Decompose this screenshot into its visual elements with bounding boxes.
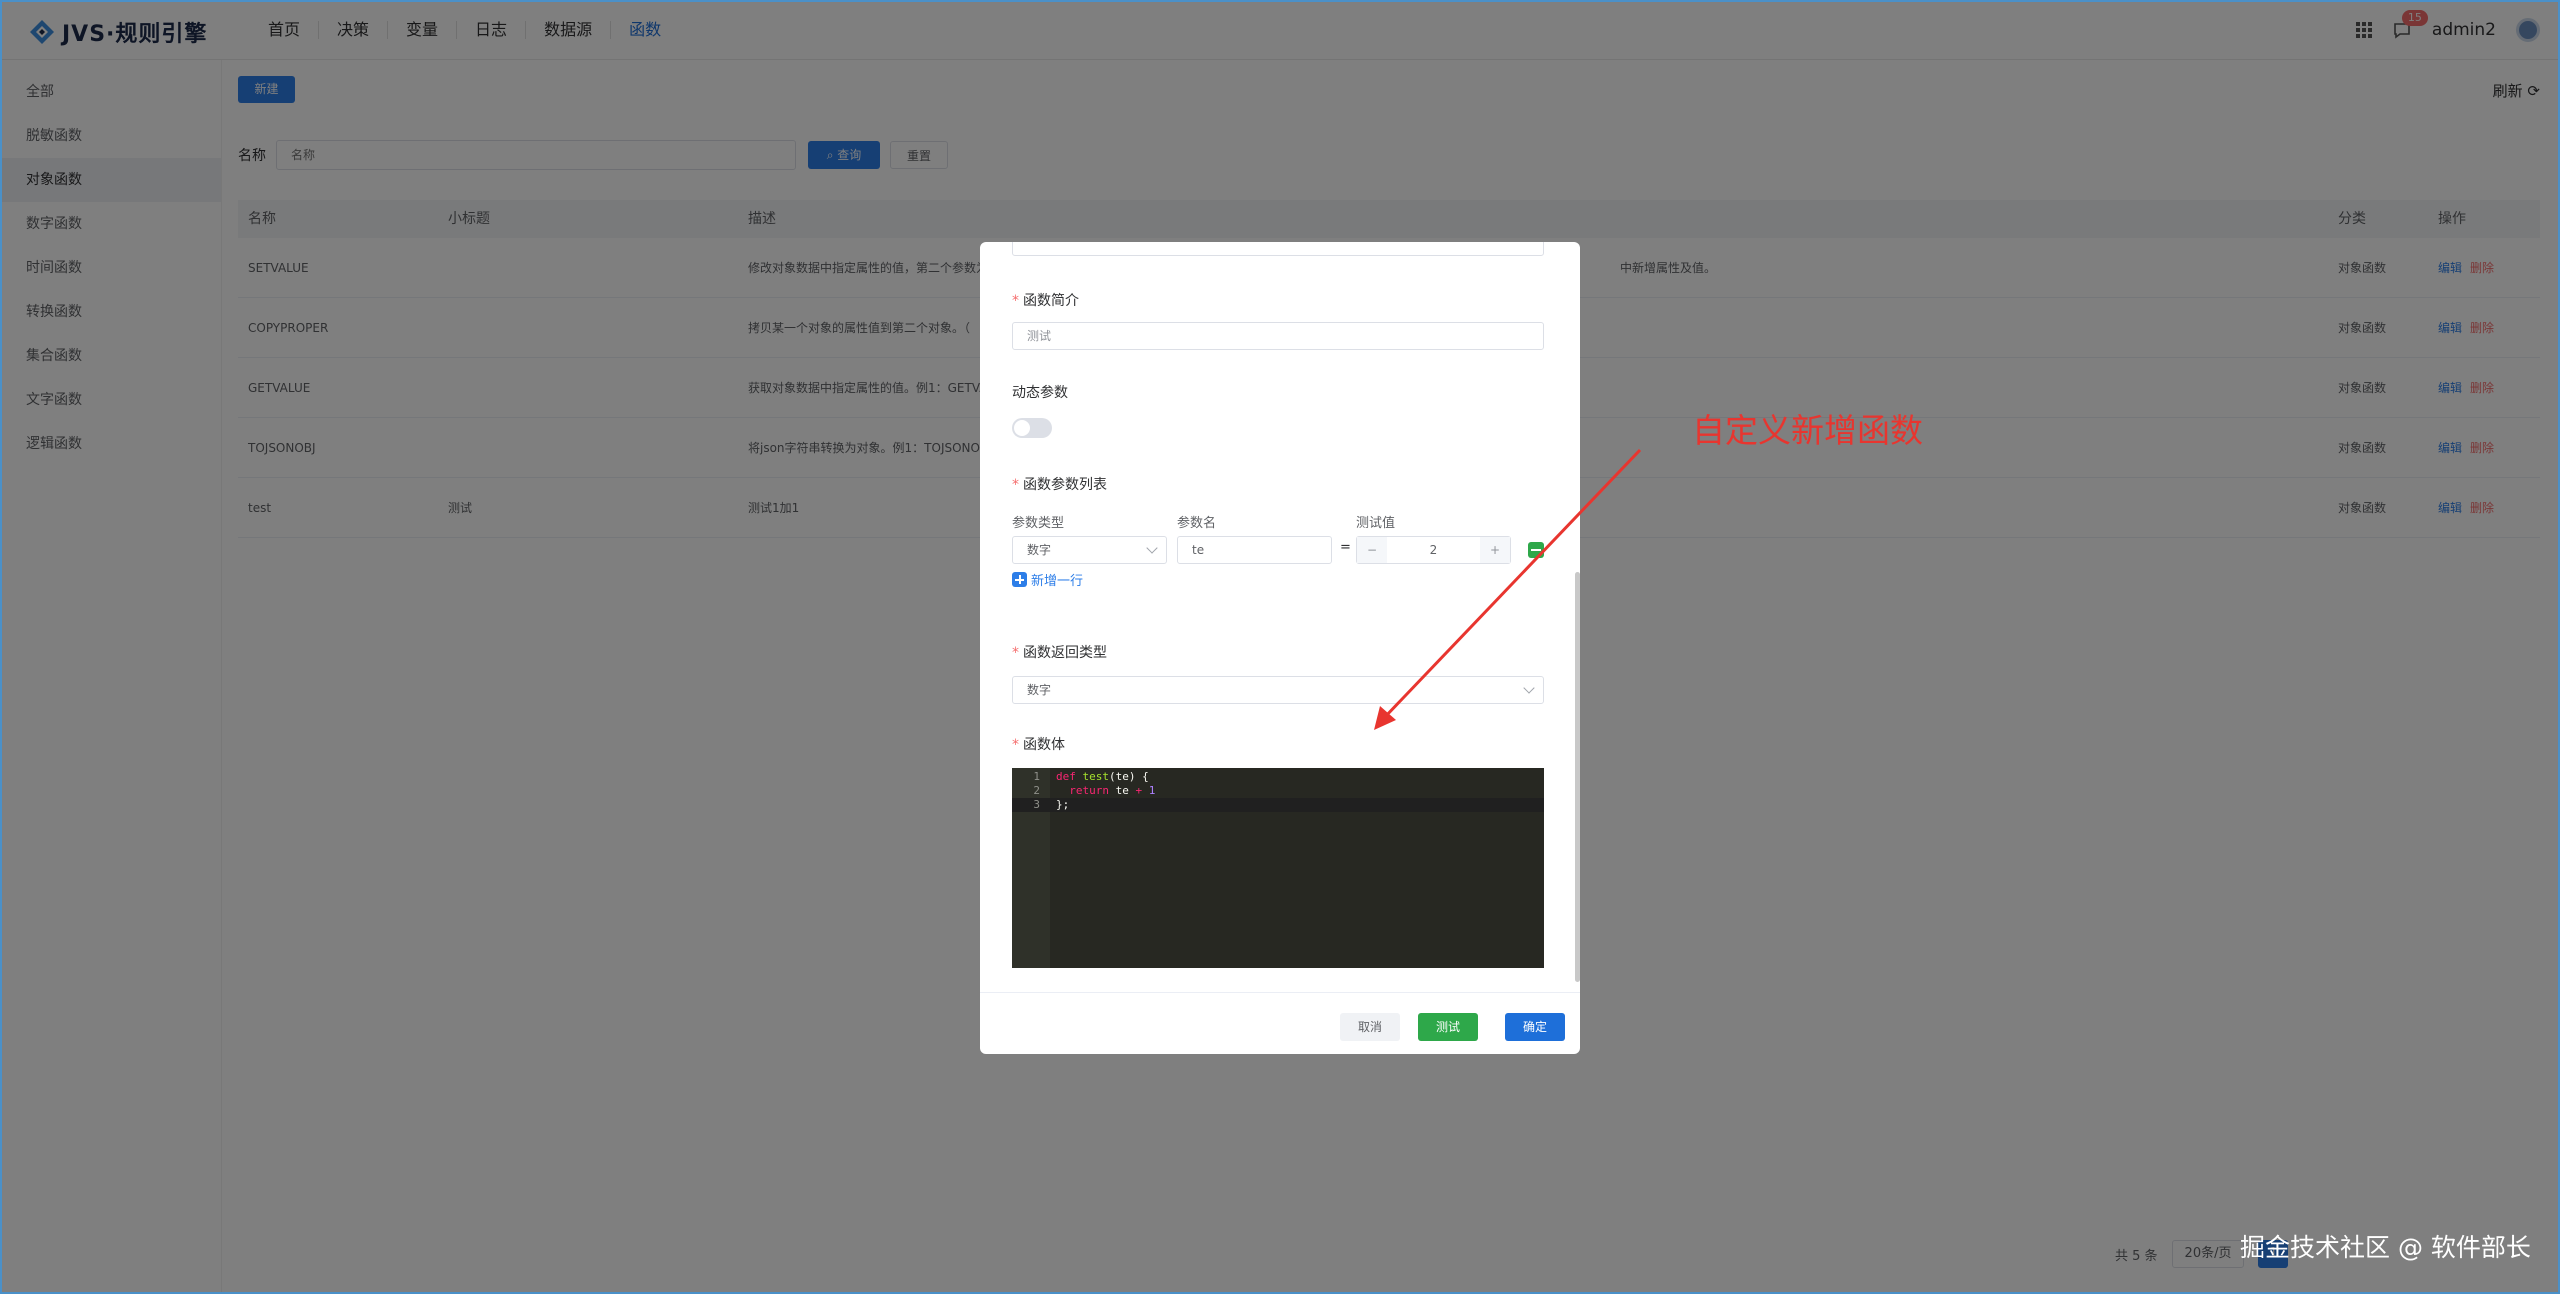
dynamic-toggle-wrap	[1012, 418, 1544, 438]
summary-input-wrap: 测试	[1012, 322, 1544, 350]
add-row-label: 新增一行	[1031, 574, 1084, 589]
test-button[interactable]: 测试	[1418, 1013, 1478, 1041]
return-label: * 函数返回类型	[1012, 645, 1107, 661]
code-line: 1 def test(te) {	[1033, 770, 1149, 783]
chevron-down-icon	[1146, 542, 1158, 554]
code-line: 3 };	[1012, 798, 1544, 812]
param-type-header: 参数类型	[1012, 516, 1065, 531]
remove-row-icon[interactable]	[1528, 542, 1544, 558]
param-name-header: 参数名	[1177, 516, 1217, 531]
stepper-plus[interactable]: +	[1480, 537, 1510, 563]
params-field: * 函数参数列表	[1012, 474, 1544, 494]
body-label: * 函数体	[1012, 737, 1065, 753]
watermark: 掘金技术社区 @ 软件部长	[2240, 1233, 2531, 1262]
summary-input[interactable]: 测试	[1012, 322, 1544, 350]
equals-sign: =	[1340, 540, 1351, 555]
param-type-value: 数字	[1027, 543, 1052, 557]
dynamic-label: 动态参数	[1012, 385, 1068, 401]
params-label: * 函数参数列表	[1012, 477, 1107, 493]
param-name-input[interactable]: te	[1177, 536, 1332, 564]
dialog-scrollbar[interactable]	[1575, 572, 1580, 982]
add-row-button[interactable]: 新增一行	[1012, 570, 1083, 589]
param-test-header: 测试值	[1356, 516, 1396, 531]
summary-field: * 函数简介	[1012, 290, 1544, 310]
previous-input[interactable]	[1012, 242, 1544, 256]
stepper-value[interactable]: 2	[1387, 537, 1480, 563]
summary-label: * 函数简介	[1012, 293, 1079, 309]
plus-icon	[1012, 572, 1027, 587]
function-dialog: * 函数简介 测试 动态参数 * 函数参数列表 参数类型 参数名 测试值 数字 te…	[980, 242, 1580, 1054]
param-type-select[interactable]: 数字	[1012, 536, 1167, 564]
code-line: 2 return te + 1	[1033, 784, 1156, 797]
body-field: * 函数体	[1012, 734, 1544, 754]
stepper-minus[interactable]: −	[1357, 537, 1387, 563]
dynamic-field: 动态参数	[1012, 382, 1544, 402]
prev-field	[1012, 242, 1544, 256]
return-type-select[interactable]: 数字	[1012, 676, 1544, 704]
return-field: * 函数返回类型	[1012, 642, 1544, 662]
dialog-footer: 取消 测试 确定	[980, 992, 1580, 1054]
code-editor[interactable]: 1 def test(te) { 2 return te + 1 3 };	[1012, 768, 1544, 968]
annotation-text: 自定义新增函数	[1692, 411, 1923, 450]
test-value-stepper[interactable]: − 2 +	[1356, 536, 1511, 564]
dialog-body: * 函数简介 测试 动态参数 * 函数参数列表 参数类型 参数名 测试值 数字 te…	[980, 242, 1580, 992]
dynamic-toggle[interactable]	[1012, 418, 1052, 438]
chevron-down-icon	[1523, 682, 1535, 694]
return-type-value: 数字	[1027, 683, 1052, 697]
cancel-button[interactable]: 取消	[1340, 1013, 1400, 1041]
confirm-button[interactable]: 确定	[1505, 1013, 1565, 1041]
